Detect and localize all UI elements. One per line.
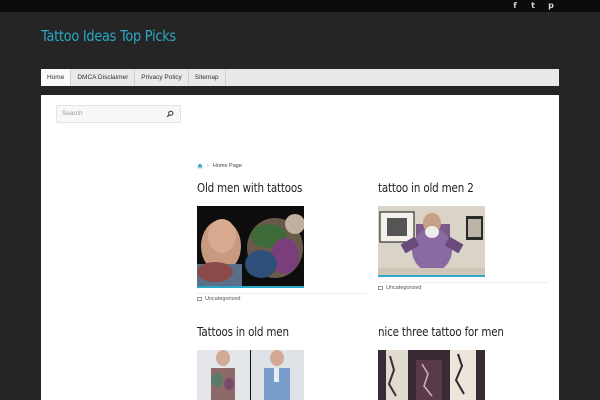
facebook-icon[interactable]: f bbox=[510, 1, 520, 11]
social-links: f t p bbox=[510, 1, 556, 11]
main-nav: Home DMCA Disclaimer Privacy Policy Site… bbox=[41, 69, 559, 86]
search-placeholder: Search bbox=[62, 110, 83, 117]
post-thumbnail[interactable] bbox=[197, 206, 304, 286]
post-title[interactable]: Tattoos in old men bbox=[197, 325, 289, 339]
post-category[interactable]: Uncategorized bbox=[378, 285, 421, 291]
thumbnail-underline bbox=[197, 286, 304, 288]
post-title[interactable]: nice three tattoo for men bbox=[378, 325, 504, 339]
pinterest-icon[interactable]: p bbox=[546, 1, 556, 11]
thumbnail-underline bbox=[378, 275, 485, 277]
folder-icon bbox=[197, 297, 202, 301]
folder-icon bbox=[378, 286, 383, 290]
nav-item-dmca-disclaimer[interactable]: DMCA Disclaimer bbox=[71, 69, 136, 86]
search-icon[interactable] bbox=[166, 110, 174, 118]
post-thumbnail[interactable] bbox=[378, 206, 485, 275]
nav-item-privacy-policy[interactable]: Privacy Policy bbox=[135, 69, 189, 86]
top-bar: f t p bbox=[0, 0, 600, 12]
site-title[interactable]: Tattoo Ideas Top Picks bbox=[41, 27, 176, 45]
nav-item-sitemap[interactable]: Sitemap bbox=[189, 69, 226, 86]
post-thumbnail[interactable] bbox=[378, 350, 485, 400]
nav-item-home[interactable]: Home bbox=[41, 69, 72, 86]
post-category[interactable]: Uncategorized bbox=[197, 296, 240, 302]
search-input[interactable]: Search bbox=[56, 105, 181, 123]
post-title[interactable]: tattoo in old men 2 bbox=[378, 181, 474, 195]
content-area: Search › Home Page Old men with tattoos bbox=[41, 95, 559, 400]
post-category-label: Uncategorized bbox=[386, 285, 422, 291]
home-icon[interactable] bbox=[197, 163, 203, 169]
post-title[interactable]: Old men with tattoos bbox=[197, 181, 302, 195]
breadcrumb-current: Home Page bbox=[212, 163, 242, 169]
post-divider bbox=[197, 293, 367, 294]
post-category-label: Uncategorized bbox=[205, 296, 241, 302]
post-divider bbox=[378, 282, 548, 283]
breadcrumb: › Home Page bbox=[197, 161, 242, 171]
twitter-icon[interactable]: t bbox=[528, 1, 538, 11]
post-thumbnail[interactable] bbox=[197, 350, 304, 400]
breadcrumb-separator: › bbox=[207, 163, 209, 169]
